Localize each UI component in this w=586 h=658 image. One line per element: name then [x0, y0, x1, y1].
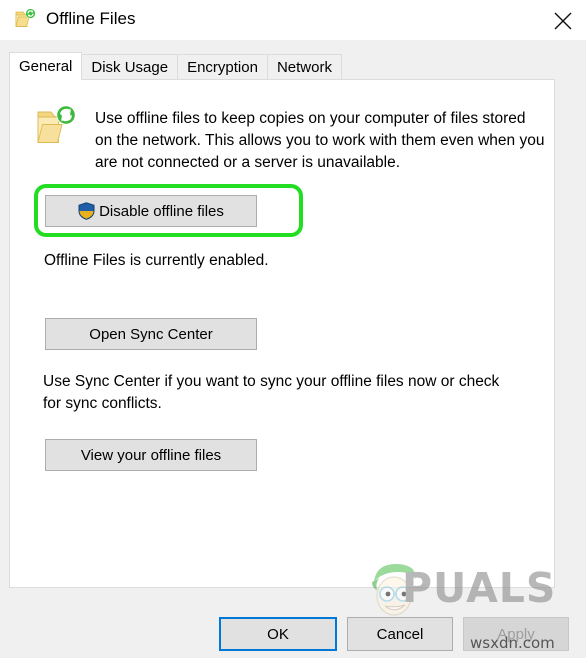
disable-offline-files-label: Disable offline files — [99, 202, 224, 220]
offline-files-status-text: Offline Files is currently enabled. — [44, 252, 269, 269]
tab-strip: General Disk Usage Encryption Network — [9, 52, 342, 80]
sync-center-help-text: Use Sync Center if you want to sync your… — [43, 373, 500, 412]
cancel-button[interactable]: Cancel — [347, 617, 453, 651]
ok-button[interactable]: OK — [219, 617, 337, 651]
disable-offline-files-button[interactable]: Disable offline files — [45, 195, 257, 227]
folder-sync-icon — [36, 105, 80, 147]
title-bar: Offline Files — [0, 0, 586, 40]
uac-shield-icon — [78, 202, 95, 220]
close-icon[interactable] — [540, 0, 586, 38]
view-offline-files-button[interactable]: View your offline files — [45, 439, 257, 471]
tab-general[interactable]: General — [9, 52, 83, 80]
tab-encryption[interactable]: Encryption — [177, 54, 268, 80]
apply-button: Apply — [463, 617, 569, 651]
window-title: Offline Files — [46, 9, 136, 28]
info-description: Use offline files to keep copies on your… — [95, 110, 545, 171]
offline-files-dialog: Offline Files General Disk Usage Encrypt… — [0, 0, 586, 658]
offline-files-folder-sync-icon — [15, 8, 39, 32]
general-tab-panel: Use offline files to keep copies on your… — [9, 79, 555, 588]
tab-disk-usage[interactable]: Disk Usage — [81, 54, 179, 80]
tab-network[interactable]: Network — [266, 54, 342, 80]
open-sync-center-button[interactable]: Open Sync Center — [45, 318, 257, 350]
